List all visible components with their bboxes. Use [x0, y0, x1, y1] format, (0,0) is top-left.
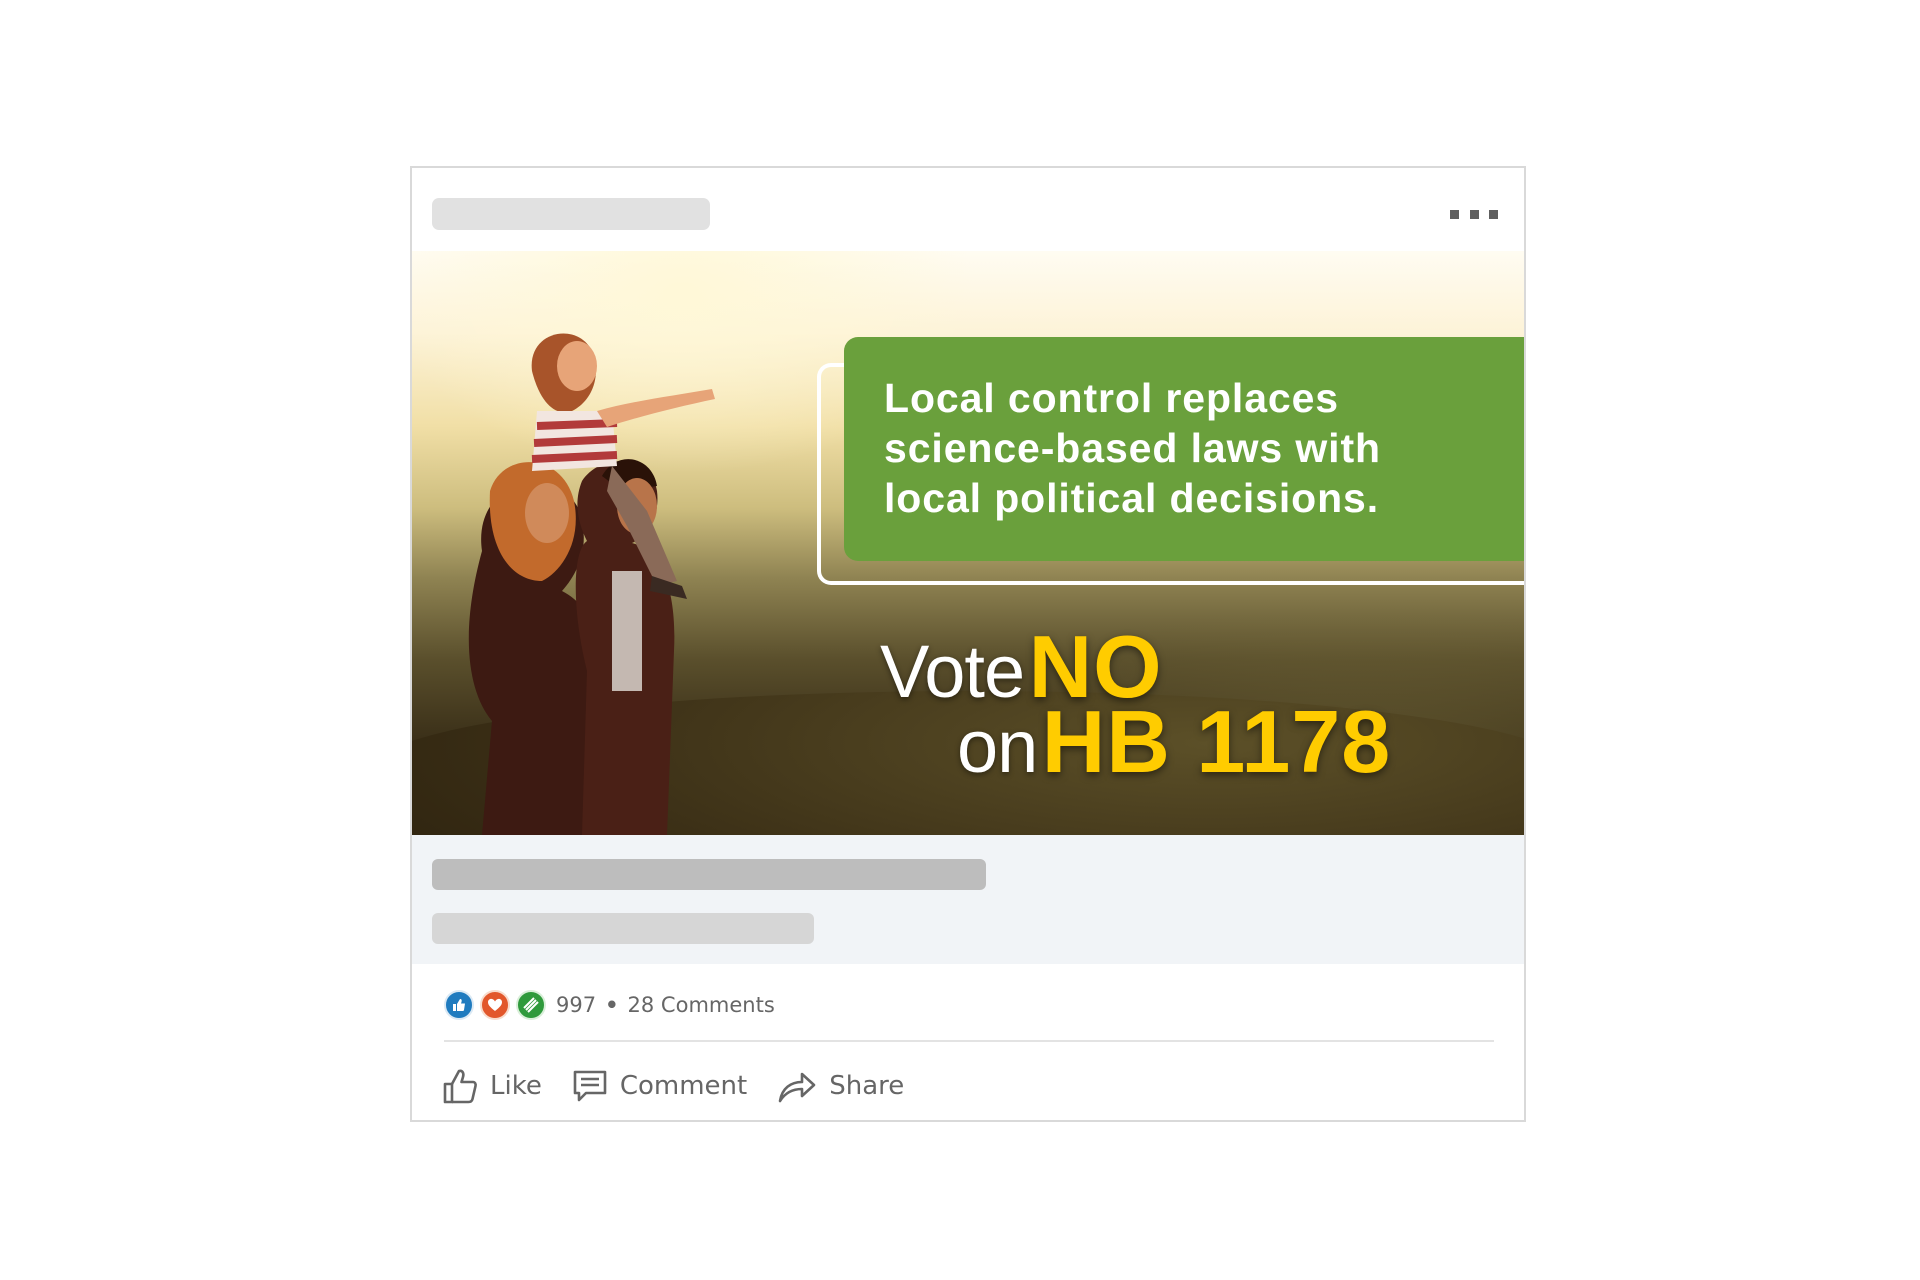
like-button[interactable]: Like: [442, 1067, 542, 1105]
divider: [444, 1040, 1494, 1042]
headline-line-2: science-based laws with: [884, 425, 1381, 471]
ad-image[interactable]: Local control replaces science-based law…: [412, 251, 1524, 835]
share-button[interactable]: Share: [777, 1068, 904, 1104]
headline-line-1: Local control replaces: [884, 375, 1340, 421]
separator-dot: •: [605, 993, 619, 1017]
comment-label: Comment: [619, 1071, 748, 1101]
post-actions: Like Comment Share: [442, 1058, 934, 1114]
like-icon: [444, 990, 474, 1020]
link-subtitle-placeholder: [432, 913, 814, 944]
thumbs-up-icon: [443, 1069, 477, 1104]
comment-icon: [573, 1070, 607, 1102]
comment-button[interactable]: Comment: [572, 1069, 747, 1103]
family-photo: [468, 333, 715, 835]
insightful-icon: [516, 990, 546, 1020]
more-options-button[interactable]: [1450, 198, 1498, 230]
love-icon: [480, 990, 510, 1020]
more-horizontal-icon: [1450, 209, 1459, 219]
comments-count-link[interactable]: 28 Comments: [628, 993, 775, 1017]
author-placeholder: [432, 198, 710, 230]
headline-line-3: local political decisions.: [884, 475, 1380, 521]
social-post-card: Local control replaces science-based law…: [410, 166, 1526, 1122]
share-label: Share: [829, 1071, 905, 1101]
link-preview-placeholder[interactable]: [412, 835, 1524, 964]
bill-number: HB 1178: [1041, 692, 1392, 791]
headline-box: Local control replaces science-based law…: [844, 337, 1524, 561]
bill-line: on HB 1178: [957, 691, 1391, 793]
like-label: Like: [490, 1071, 542, 1101]
share-icon: [778, 1072, 816, 1103]
link-title-placeholder: [432, 859, 986, 890]
reactions-summary[interactable]: 997 • 28 Comments: [444, 988, 775, 1022]
reaction-count: 997: [556, 993, 597, 1017]
on-word: on: [957, 705, 1038, 788]
